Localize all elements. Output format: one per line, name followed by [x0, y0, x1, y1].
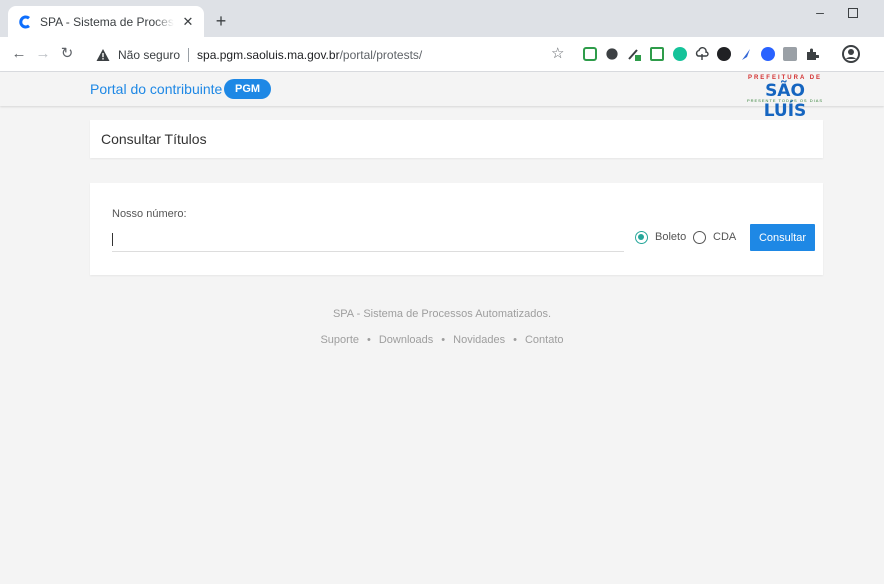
radio-cda[interactable]	[693, 231, 706, 244]
footer-separator: •	[441, 334, 446, 346]
omnibox-divider	[188, 47, 190, 62]
warning-icon	[96, 48, 110, 61]
footer-links: Suporte • Downloads • Novidades • Contato	[0, 334, 884, 346]
footer-separator: •	[367, 334, 371, 346]
forward-arrow-icon[interactable]: →	[34, 44, 52, 64]
prefeitura-logo[interactable]: PREFEITURA DE SÃO LUÍS PRESENTE TODOS OS…	[744, 75, 826, 121]
maximize-button[interactable]	[848, 8, 858, 18]
bookmark-star-icon[interactable]: ☆	[551, 46, 564, 61]
address-bar[interactable]: Não seguro spa.pgm.saoluis.ma.gov.br/por…	[92, 42, 572, 67]
minimize-button[interactable]: –	[812, 4, 828, 20]
url-path: /portal/protests/	[339, 47, 423, 62]
browser-toolbar: ← → ↻ Não seguro spa.pgm.saoluis.ma.gov.…	[0, 37, 884, 72]
form-ext-icon[interactable]	[650, 47, 664, 61]
reload-icon[interactable]: ↻	[58, 44, 76, 64]
evernote-icon[interactable]	[583, 47, 597, 61]
footer-link-novidades[interactable]: Novidades	[453, 334, 505, 346]
browser-tab-strip: SPA - Sistema de Processos Automatizados…	[0, 0, 884, 37]
radio-cda-label[interactable]: CDA	[713, 231, 736, 244]
chat-ext-icon[interactable]	[761, 47, 775, 61]
dark-ext-icon[interactable]	[717, 47, 731, 61]
footer-link-contato[interactable]: Contato	[525, 334, 564, 346]
tab-title: SPA - Sistema de Processos Automatizados	[40, 14, 174, 29]
footer-link-suporte[interactable]: Suporte	[320, 334, 359, 346]
page-title: Consultar Títulos	[101, 131, 207, 147]
nosso-numero-label: Nosso número:	[112, 208, 187, 220]
security-label[interactable]: Não seguro	[118, 48, 180, 62]
browser-tab[interactable]: SPA - Sistema de Processos Automatizados…	[8, 6, 204, 37]
radio-boleto-label[interactable]: Boleto	[655, 231, 686, 244]
feather-ext-icon[interactable]	[739, 47, 753, 61]
text-caret	[112, 233, 113, 246]
pgm-badge[interactable]: PGM	[224, 79, 272, 99]
code-ext-icon[interactable]	[783, 47, 797, 61]
new-tab-button[interactable]: +	[212, 12, 230, 30]
url-host: spa.pgm.saoluis.ma.gov.br	[197, 47, 340, 62]
site-favicon-icon	[18, 15, 32, 29]
profile-icon[interactable]	[842, 45, 860, 63]
page-title-card: Consultar Títulos	[90, 120, 823, 158]
extensions-icon[interactable]	[805, 47, 819, 61]
consultar-button[interactable]: Consultar	[750, 224, 815, 251]
grammarly-icon[interactable]	[673, 47, 687, 61]
tab-close-icon[interactable]: ✕	[180, 14, 196, 30]
footer-separator: •	[513, 334, 517, 346]
pen-ext-icon[interactable]	[627, 47, 641, 61]
portal-title-link[interactable]: Portal do contribuinte	[90, 81, 222, 97]
footer-tagline: SPA - Sistema de Processos Automatizados…	[332, 308, 552, 320]
cloud-ext-icon[interactable]	[695, 47, 709, 61]
nosso-numero-input[interactable]	[112, 231, 624, 252]
site-header: Portal do contribuinte PGM PREFEITURA DE…	[0, 72, 884, 121]
radio-boleto[interactable]	[635, 231, 648, 244]
logo-bottom-text: PRESENTE TODOS OS DIAS	[746, 98, 824, 103]
puzzle-ext-icon[interactable]	[606, 48, 618, 60]
back-arrow-icon[interactable]: ←	[10, 44, 28, 64]
search-form-card: Nosso número: Boleto CDA Consultar	[90, 183, 823, 275]
footer-link-downloads[interactable]: Downloads	[379, 334, 433, 346]
